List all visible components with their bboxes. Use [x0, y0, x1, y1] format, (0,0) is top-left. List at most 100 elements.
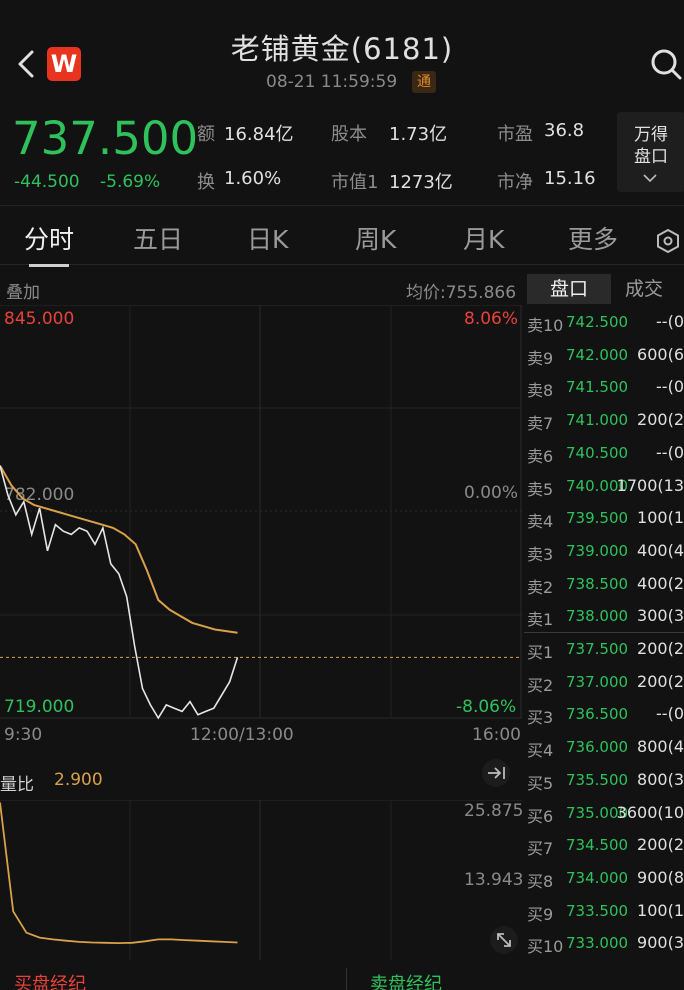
level-label: 卖8	[527, 381, 554, 401]
level-label: 卖6	[527, 446, 554, 466]
ask-row[interactable]: 卖9 742.000 600(6	[527, 339, 684, 371]
orderbook-tabs: 盘口 成交	[527, 274, 684, 304]
price-change-pct: -5.69%	[100, 172, 161, 192]
volume-grid	[0, 800, 522, 960]
ask-row[interactable]: 卖1 738.000 300(3	[527, 600, 684, 632]
level-price: 735.500	[566, 770, 629, 789]
collapse-panel-icon[interactable]	[481, 758, 511, 788]
level-label: 买3	[527, 708, 554, 728]
level-label: 卖1	[527, 610, 554, 630]
wd-line1: 万得	[634, 125, 668, 145]
sell-broker-header[interactable]: 卖盘经纪	[370, 970, 442, 990]
level-quantity: --(0	[656, 704, 684, 724]
level-quantity: 3600(10	[616, 802, 684, 822]
overlay-button[interactable]: 叠加	[6, 278, 40, 303]
tab-monthly-k[interactable]: 月K	[463, 220, 504, 256]
level-quantity: 100(1	[637, 900, 684, 920]
stat-label-turnover-rate: 换	[197, 172, 215, 193]
tab-more[interactable]: 更多	[568, 220, 618, 256]
x-axis-end: 16:00	[472, 725, 521, 745]
bid-row[interactable]: 买6 735.000 3600(10	[527, 797, 684, 829]
stat-value-shares: 1.73亿	[389, 124, 448, 145]
level-label: 买9	[527, 904, 554, 924]
tab-orderbook[interactable]: 盘口	[527, 274, 611, 304]
tab-weekly-k[interactable]: 周K	[355, 220, 396, 256]
level-quantity: 900(3	[637, 933, 684, 953]
fullscreen-icon[interactable]	[489, 925, 519, 955]
level-quantity: 400(2	[637, 573, 684, 593]
intraday-price-chart	[0, 305, 522, 720]
tab-trades[interactable]: 成交	[625, 274, 663, 304]
bid-row[interactable]: 买10 733.000 900(3	[527, 927, 684, 959]
stat-label-pe: 市盈	[497, 124, 533, 145]
ask-row[interactable]: 卖10 742.500 --(0	[527, 306, 684, 338]
ask-row[interactable]: 卖2 738.500 400(2	[527, 568, 684, 600]
back-arrow-icon[interactable]	[10, 44, 42, 84]
level-price: 737.000	[566, 672, 629, 691]
ask-row[interactable]: 卖3 739.000 400(4	[527, 535, 684, 567]
level-label: 买4	[527, 741, 554, 761]
level-price: 741.000	[566, 411, 629, 430]
level-quantity: --(0	[656, 442, 684, 462]
stat-label-turnover-amount: 额	[197, 124, 215, 145]
tab-five-day[interactable]: 五日	[133, 220, 183, 256]
level-price: 741.500	[566, 378, 629, 397]
ask-row[interactable]: 卖4 739.500 100(1	[527, 502, 684, 534]
level-price: 736.500	[566, 705, 629, 724]
level-quantity: 800(4	[637, 737, 684, 757]
settings-icon[interactable]	[652, 226, 684, 256]
ask-row[interactable]: 卖6 740.500 --(0	[527, 437, 684, 469]
bid-row[interactable]: 买7 734.500 200(2	[527, 829, 684, 861]
tab-intraday[interactable]: 分时	[24, 220, 74, 256]
level-price: 739.000	[566, 541, 629, 560]
orderbook-divider	[524, 632, 684, 633]
level-label: 买1	[527, 643, 554, 662]
volume-ratio-chart	[0, 800, 522, 960]
level-quantity: 200(2	[637, 835, 684, 855]
price-change: -44.500	[14, 172, 80, 192]
buy-broker-header[interactable]: 买盘经纪	[14, 970, 86, 990]
level-quantity: 300(3	[637, 606, 684, 626]
x-axis-start: 9:30	[4, 725, 43, 745]
level-quantity: 900(8	[637, 867, 684, 887]
tab-daily-k[interactable]: 日K	[247, 220, 288, 256]
stat-value-turnover-rate: 1.60%	[224, 168, 282, 189]
stat-label-shares: 股本	[331, 124, 367, 145]
level-label: 卖9	[527, 348, 554, 368]
bid-row[interactable]: 买5 735.500 800(3	[527, 764, 684, 796]
broker-logo-icon: W	[47, 47, 81, 81]
level-price: 738.000	[566, 607, 629, 626]
level-price: 736.000	[566, 738, 629, 757]
level-quantity: 200(2	[637, 410, 684, 430]
bid-row[interactable]: 买2 737.000 200(2	[527, 666, 684, 698]
active-tab-indicator	[29, 264, 69, 267]
bid-row[interactable]: 买9 733.500 100(1	[527, 895, 684, 927]
ask-row[interactable]: 卖5 740.000 1700(13	[527, 470, 684, 502]
ask-row[interactable]: 卖8 741.500 --(0	[527, 371, 684, 403]
volume-ratio-series-line	[0, 802, 238, 945]
stat-value-pb: 15.16	[544, 168, 596, 189]
bid-row[interactable]: 买3 736.500 --(0	[527, 698, 684, 730]
chart-period-tabs: 分时 五日 日K 周K 月K 更多	[0, 205, 684, 267]
bid-row[interactable]: 买4 736.000 800(4	[527, 731, 684, 763]
stat-value-pe: 36.8	[544, 120, 585, 141]
ask-row[interactable]: 卖7 741.000 200(2	[527, 404, 684, 436]
bid-row[interactable]: 买1 737.500 200(2	[527, 633, 684, 665]
level-price: 742.000	[566, 345, 629, 364]
level-quantity: 100(1	[637, 508, 684, 528]
connect-badge: 通	[412, 71, 436, 93]
volume-ratio-label: 量比	[0, 775, 34, 795]
level-label: 卖5	[527, 479, 554, 499]
stat-value-turnover-amount: 16.84亿	[224, 124, 294, 145]
level-price: 742.500	[566, 313, 629, 331]
level-quantity: 600(6	[637, 344, 684, 364]
bid-row[interactable]: 买8 734.000 900(8	[527, 862, 684, 894]
bottom-separator	[346, 968, 347, 990]
quote-timestamp: 08-21 11:59:59	[266, 72, 398, 92]
level-quantity: --(0	[656, 312, 684, 331]
level-price: 737.500	[566, 640, 629, 658]
search-icon[interactable]	[646, 44, 684, 84]
wind-orderbook-button[interactable]: 万得 盘口	[617, 112, 684, 192]
x-axis-mid: 12:00/13:00	[190, 725, 294, 745]
level-price: 733.500	[566, 901, 629, 920]
